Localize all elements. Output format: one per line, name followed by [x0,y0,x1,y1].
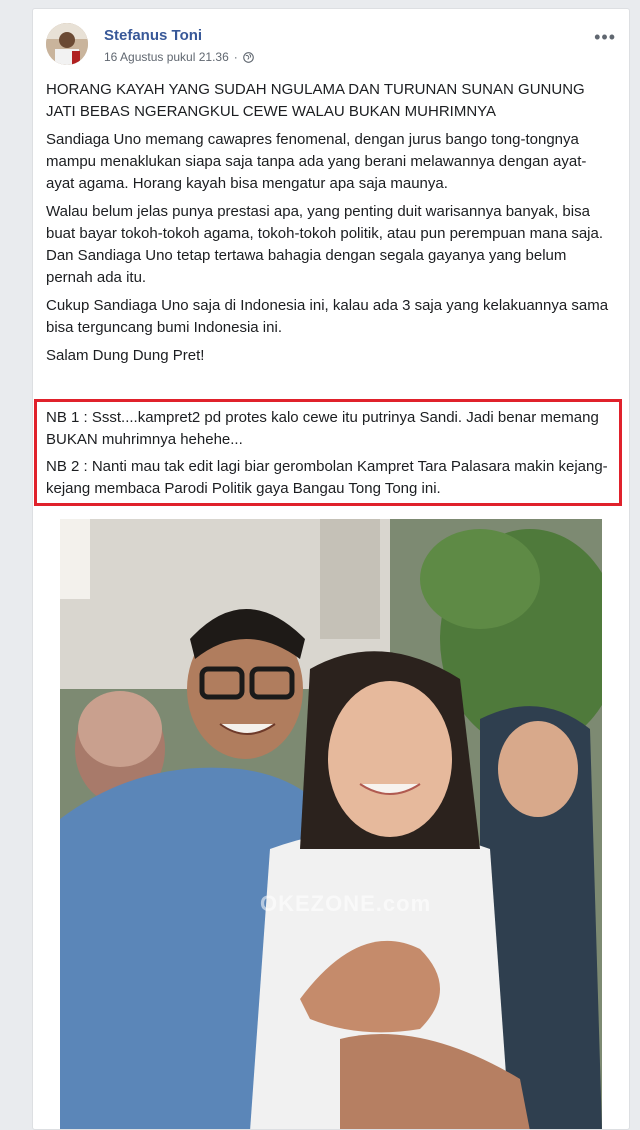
author-name[interactable]: Stefanus Toni [104,27,202,44]
note-nb2: NB 2 : Nanti mau tak edit lagi biar gero… [46,458,608,497]
post-photo[interactable]: OKEZONE.com [60,519,602,1129]
post-card: Stefanus Toni 16 Agustus pukul 21.36 · •… [32,8,630,1130]
avatar[interactable] [46,23,88,65]
post-paragraph: Cukup Sandiaga Uno saja di Indonesia ini… [46,297,609,336]
note-nb1: NB 1 : Ssst....kampret2 pd protes kalo c… [46,409,599,448]
post-timestamp[interactable]: 16 Agustus pukul 21.36 [104,50,229,64]
photo-watermark: OKEZONE.com [260,891,432,916]
post-header: Stefanus Toni 16 Agustus pukul 21.36 · •… [46,23,616,73]
post-paragraph: Walau belum jelas punya prestasi apa, ya… [46,203,604,286]
post-meta: 16 Agustus pukul 21.36 · [104,50,254,64]
post-paragraph: Salam Dung Dung Pret! [46,347,205,364]
post-headline: HORANG KAYAH YANG SUDAH NGULAMA DAN TURU… [46,81,585,120]
post-body: HORANG KAYAH YANG SUDAH NGULAMA DAN TURU… [46,79,614,373]
post-paragraph: Sandiaga Uno memang cawapres fenomenal, … [46,131,587,192]
more-options-icon[interactable]: ••• [594,27,616,48]
globe-icon[interactable] [242,51,254,63]
